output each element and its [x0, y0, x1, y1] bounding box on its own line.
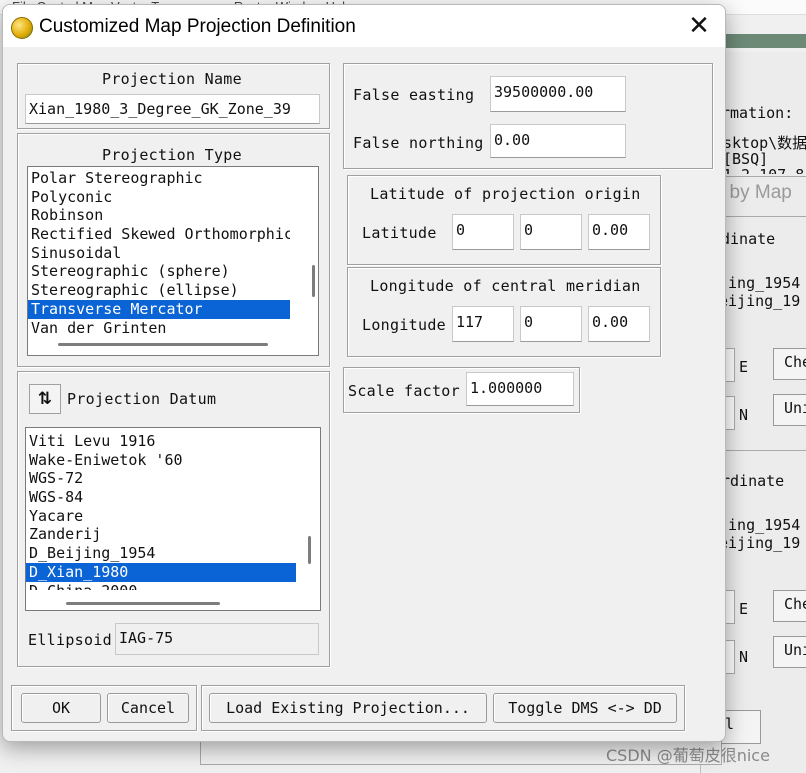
latitude-minutes-input[interactable]: 0 [520, 214, 582, 250]
datum-vscroll-thumb[interactable] [308, 536, 311, 564]
scale-factor-input[interactable]: 1.000000 [466, 372, 574, 406]
datum-hscroll-thumb[interactable] [66, 602, 220, 605]
central-meridian-group: Longitude of central meridian Longitude … [347, 267, 661, 357]
background-datum-line: eijing_19 [719, 534, 801, 552]
ok-button[interactable]: OK [21, 693, 101, 723]
background-e-label: E [739, 600, 749, 618]
projection-type-item[interactable]: Stereographic (sphere) [28, 262, 290, 281]
background-info-line: rmation: [721, 104, 794, 122]
longitude-minutes-input[interactable]: 0 [520, 306, 582, 342]
ellipsoid-field: IAG-75 [115, 623, 319, 655]
background-info-line: 1 2 107 8 [723, 166, 804, 174]
projection-type-item-selected[interactable]: Transverse Mercator [28, 299, 290, 319]
projection-type-item[interactable]: Robinson [28, 206, 290, 225]
background-units-button[interactable]: Uni [773, 394, 806, 426]
latitude-origin-group: Latitude of projection origin Latitude 0… [347, 175, 661, 265]
projection-type-group: Projection Type Polar Stereographic Poly… [17, 133, 330, 367]
false-origin-group: False easting 39500000.00 False northing… [343, 63, 713, 169]
projection-name-label: Projection Name [102, 70, 242, 88]
app-globe-icon [11, 17, 33, 39]
projection-type-item[interactable]: Polar Stereographic [28, 169, 290, 188]
projection-type-vscroll-thumb[interactable] [312, 265, 315, 297]
datum-item[interactable]: WGS-84 [26, 488, 296, 507]
background-coordinate-title: dinate [721, 230, 776, 248]
projection-datum-label: Projection Datum [67, 390, 217, 408]
central-meridian-title: Longitude of central meridian [370, 277, 641, 295]
background-n-label: N [739, 648, 749, 666]
projection-type-item[interactable]: Stereographic (ellipse) [28, 281, 290, 300]
projection-type-list[interactable]: Polar Stereographic Polyconic Robinson R… [27, 166, 319, 356]
load-existing-projection-button[interactable]: Load Existing Projection... [209, 693, 487, 723]
projection-name-group: Projection Name Xian_1980_3_Degree_GK_Zo… [17, 63, 330, 129]
longitude-seconds-input[interactable]: 0.00 [588, 306, 650, 342]
watermark: CSDN @葡萄皮很nice [606, 746, 770, 765]
background-check-button[interactable]: Che [773, 348, 806, 380]
projection-name-input[interactable]: Xian_1980_3_Degree_GK_Zone_39 [25, 94, 320, 124]
background-by-map-button[interactable]: t by Map [719, 182, 792, 204]
projection-type-item[interactable]: Van der Grinten [28, 319, 290, 338]
latitude-origin-title: Latitude of projection origin [370, 185, 641, 203]
background-n-label: N [739, 406, 749, 424]
longitude-label: Longitude [362, 316, 446, 334]
false-easting-label: False easting [353, 86, 475, 104]
projection-type-item[interactable]: Sinusoidal [28, 244, 290, 263]
false-easting-input[interactable]: 39500000.00 [490, 76, 626, 112]
datum-item[interactable]: Wake-Eniwetok '60 [26, 451, 296, 470]
close-button[interactable]: ✕ [673, 5, 725, 47]
datum-item[interactable]: Yacare [26, 507, 296, 526]
toggle-dms-dd-button[interactable]: Toggle DMS <-> DD [493, 693, 677, 723]
background-datum-line: eijing_19 [719, 292, 801, 310]
swap-list-button[interactable]: ⇅ [29, 384, 61, 414]
dialog-title: Customized Map Projection Definition [39, 16, 356, 37]
false-northing-label: False northing [353, 134, 484, 152]
projection-type-hscroll-thumb[interactable] [58, 343, 268, 346]
scale-factor-group: Scale factor 1.000000 [343, 367, 580, 413]
map-projection-dialog: Customized Map Projection Definition ✕ P… [2, 4, 726, 742]
latitude-seconds-input[interactable]: 0.00 [588, 214, 650, 250]
background-datum-line: jing_1954 [719, 516, 801, 534]
ellipsoid-label: Ellipsoid [28, 631, 112, 649]
projection-type-label: Projection Type [102, 146, 242, 164]
background-check-button[interactable]: Che [773, 590, 806, 622]
false-northing-input[interactable]: 0.00 [490, 124, 626, 158]
background-units-button[interactable]: Uni [773, 636, 806, 668]
background-e-label: E [739, 358, 749, 376]
latitude-degrees-input[interactable]: 0 [452, 214, 514, 250]
background-coordinate-title: rdinate [721, 472, 785, 490]
cancel-button[interactable]: Cancel [107, 693, 189, 723]
datum-item[interactable]: Viti Levu 1916 [26, 432, 296, 451]
datum-item[interactable]: WGS-72 [26, 469, 296, 488]
swap-arrows-icon: ⇅ [37, 389, 53, 409]
datum-item[interactable]: D_China_2000 [26, 582, 296, 591]
datum-item-selected[interactable]: D_Xian_1980 [26, 562, 296, 582]
latitude-label: Latitude [362, 224, 437, 242]
scale-factor-label: Scale factor [348, 382, 460, 400]
dialog-titlebar[interactable]: Customized Map Projection Definition ✕ [3, 5, 725, 47]
datum-item[interactable]: Zanderij [26, 525, 296, 544]
background-map-view [722, 34, 806, 48]
longitude-degrees-input[interactable]: 117 [452, 306, 514, 342]
background-datum-line: jing_1954 [719, 274, 801, 292]
projection-type-item[interactable]: Rectified Skewed Orthomorphic [28, 225, 290, 244]
projection-type-item[interactable]: Polyconic [28, 188, 290, 207]
projection-datum-list[interactable]: Viti Levu 1916 Wake-Eniwetok '60 WGS-72 … [25, 427, 321, 611]
datum-item[interactable]: D_Beijing_1954 [26, 544, 296, 563]
